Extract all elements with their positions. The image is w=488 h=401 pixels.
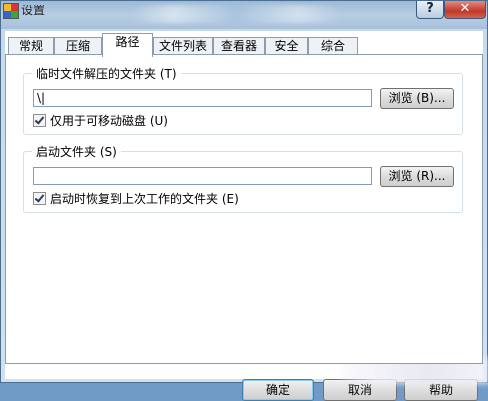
tab-strip: 常规 压缩 路径 文件列表 查看器 安全 综合: [5, 33, 483, 57]
paths-panel: 临时文件解压的文件夹 (T) \| 浏览 (B)... 仅用于可移动磁盘 (U)…: [5, 54, 483, 364]
restore-last-folder-label: 启动时恢复到上次工作的文件夹 (E): [50, 192, 239, 206]
ok-button[interactable]: 确定: [242, 379, 314, 401]
temp-folder-group-title: 临时文件解压的文件夹 (T): [32, 65, 181, 82]
temp-browse-button[interactable]: 浏览 (B)...: [380, 88, 454, 109]
startup-browse-button[interactable]: 浏览 (R)...: [380, 166, 454, 187]
removable-only-checkbox[interactable]: [33, 114, 46, 127]
dialog-body: 常规 压缩 路径 文件列表 查看器 安全 综合 临时文件解压的文件夹 (T) \…: [5, 31, 483, 401]
help-title-button[interactable]: ?: [416, 1, 444, 19]
close-button[interactable]: ✕: [444, 1, 486, 19]
check-icon: [34, 192, 45, 203]
startup-folder-input[interactable]: [33, 167, 372, 185]
removable-only-row[interactable]: 仅用于可移动磁盘 (U): [33, 112, 168, 128]
temp-folder-input[interactable]: \|: [33, 89, 372, 107]
window-title: 设置: [21, 3, 46, 17]
close-icon: ✕: [459, 1, 471, 16]
title-blur-region: [131, 5, 341, 23]
startup-folder-group-title: 启动文件夹 (S): [32, 143, 121, 160]
removable-only-label: 仅用于可移动磁盘 (U): [50, 114, 168, 128]
temp-folder-group: 临时文件解压的文件夹 (T) \| 浏览 (B)... 仅用于可移动磁盘 (U): [23, 65, 463, 135]
title-bar[interactable]: 设置 ? ✕: [1, 1, 487, 29]
restore-last-folder-checkbox[interactable]: [33, 192, 46, 205]
restore-last-folder-row[interactable]: 启动时恢复到上次工作的文件夹 (E): [33, 190, 239, 206]
check-icon: [34, 114, 45, 125]
tab-paths[interactable]: 路径: [102, 33, 153, 57]
startup-folder-group: 启动文件夹 (S) 浏览 (R)... 启动时恢复到上次工作的文件夹 (E): [23, 143, 463, 213]
settings-window: 设置 ? ✕ 常规 压缩 路径 文件列表 查看器 安全 综合 临时文件解压的文件…: [0, 0, 488, 401]
app-icon: [3, 3, 19, 19]
